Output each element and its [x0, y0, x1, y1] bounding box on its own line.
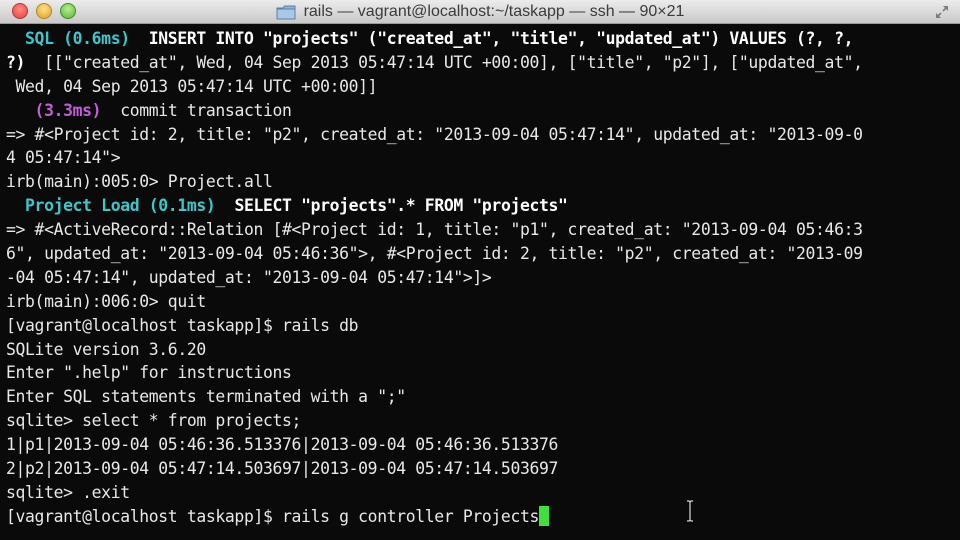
terminal-text-segment: sqlite> .exit: [6, 482, 130, 502]
terminal-window: rails — vagrant@localhost:~/taskapp — ss…: [0, 0, 960, 540]
terminal-text-segment: -04 05:47:14", updated_at: "2013-09-04 0…: [6, 267, 492, 287]
terminal-text-segment: ?): [6, 52, 26, 72]
terminal-line: Project Load (0.1ms) SELECT "projects".*…: [6, 194, 960, 218]
terminal-line: => #<Project id: 2, title: "p2", created…: [6, 123, 960, 147]
terminal-text-segment: 2|p2|2013-09-04 05:47:14.503697|2013-09-…: [6, 459, 559, 479]
terminal-text-segment: Project Load (0.1ms): [6, 196, 216, 216]
terminal-text-segment: 6", updated_at: "2013-09-04 05:46:36">, …: [6, 244, 863, 264]
terminal-line: -04 05:47:14", updated_at: "2013-09-04 0…: [6, 266, 960, 290]
terminal-text-segment: => #<ActiveRecord::Relation [#<Project i…: [6, 220, 863, 240]
terminal-text-segment: commit transaction: [101, 100, 292, 120]
terminal-line: 4 05:47:14">: [6, 146, 960, 170]
close-button[interactable]: [12, 3, 28, 19]
terminal-text-segment: irb(main):006:0> quit: [6, 291, 206, 311]
terminal-line: SQLite version 3.6.20: [6, 338, 960, 362]
terminal-text-segment: SQLite version 3.6.20: [6, 339, 206, 359]
terminal-line: 6", updated_at: "2013-09-04 05:46:36">, …: [6, 242, 960, 266]
terminal-line: => #<ActiveRecord::Relation [#<Project i…: [6, 218, 960, 242]
window-title: rails — vagrant@localhost:~/taskapp — ss…: [303, 3, 685, 20]
terminal-text-segment: sqlite> select * from projects;: [6, 411, 302, 431]
terminal-text-segment: Enter ".help" for instructions: [6, 363, 292, 383]
window-title-group: rails — vagrant@localhost:~/taskapp — ss…: [200, 0, 760, 24]
terminal-text-segment: Enter SQL statements terminated with a "…: [6, 387, 406, 407]
terminal-text-segment: [vagrant@localhost taskapp]$ rails g con…: [6, 506, 540, 526]
terminal-line: 1|p1|2013-09-04 05:46:36.513376|2013-09-…: [6, 433, 960, 457]
text-cursor: [539, 505, 550, 526]
terminal-text-segment: => #<Project id: 2, title: "p2", created…: [6, 124, 863, 144]
terminal-text-segment: Wed, 04 Sep 2013 05:47:14 UTC +00:00]]: [6, 76, 378, 96]
terminal-line: (3.3ms) commit transaction: [6, 99, 960, 123]
zoom-button[interactable]: [60, 3, 76, 19]
terminal-line: sqlite> select * from projects;: [6, 409, 960, 433]
terminal-line: ?) [["created_at", Wed, 04 Sep 2013 05:4…: [6, 51, 960, 75]
minimize-button[interactable]: [36, 3, 52, 19]
terminal-line: Enter ".help" for instructions: [6, 361, 960, 385]
terminal-text-segment: [["created_at", Wed, 04 Sep 2013 05:47:1…: [25, 52, 863, 72]
terminal-line: irb(main):005:0> Project.all: [6, 170, 960, 194]
terminal-text-segment: (3.3ms): [6, 100, 102, 120]
terminal-text-segment: [vagrant@localhost taskapp]$ rails db: [6, 315, 359, 335]
terminal-line: SQL (0.6ms) INSERT INTO "projects" ("cre…: [6, 27, 960, 51]
terminal-line: irb(main):006:0> quit: [6, 290, 960, 314]
terminal-output[interactable]: SQL (0.6ms) INSERT INTO "projects" ("cre…: [0, 24, 960, 540]
folder-icon: [276, 5, 296, 20]
terminal-line: [vagrant@localhost taskapp]$ rails g con…: [6, 505, 960, 529]
terminal-text-segment: INSERT INTO "projects" ("created_at", "t…: [129, 29, 854, 48]
title-bar[interactable]: rails — vagrant@localhost:~/taskapp — ss…: [0, 0, 960, 24]
terminal-line: sqlite> .exit: [6, 481, 960, 505]
ibeam-cursor-icon: [686, 500, 694, 522]
terminal-text-segment: SQL (0.6ms): [6, 29, 130, 48]
terminal-text-segment: SELECT "projects".* FROM "projects": [215, 196, 568, 216]
terminal-line: [vagrant@localhost taskapp]$ rails db: [6, 314, 960, 338]
terminal-line: Wed, 04 Sep 2013 05:47:14 UTC +00:00]]: [6, 75, 960, 99]
terminal-line: 2|p2|2013-09-04 05:47:14.503697|2013-09-…: [6, 457, 960, 481]
terminal-text-segment: 4 05:47:14">: [6, 148, 121, 168]
fullscreen-icon[interactable]: [934, 4, 950, 20]
terminal-line: Enter SQL statements terminated with a "…: [6, 385, 960, 409]
terminal-text-segment: irb(main):005:0> Project.all: [6, 172, 273, 192]
terminal-text-segment: 1|p1|2013-09-04 05:46:36.513376|2013-09-…: [6, 435, 559, 455]
